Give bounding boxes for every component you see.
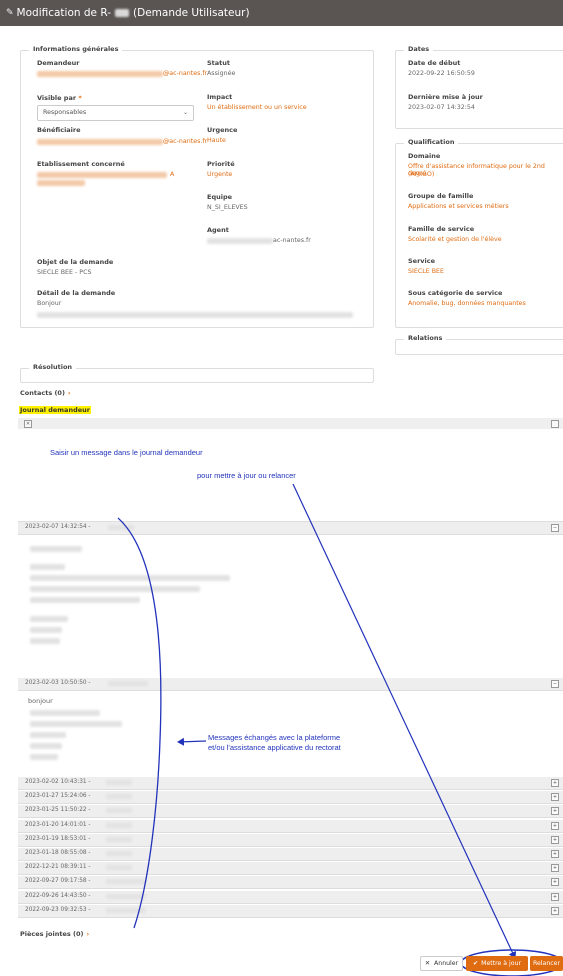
relancer-button[interactable]: Relancer [530, 956, 563, 971]
annotation-arrow-to-button [292, 483, 517, 959]
mettre-a-jour-label: Mettre à jour [481, 960, 522, 967]
relancer-label: Relancer [532, 960, 560, 967]
annuler-label: Annuler [434, 960, 459, 967]
mettre-a-jour-button[interactable]: ✔ Mettre à jour [466, 956, 528, 971]
annuler-button[interactable]: ✕ Annuler [420, 956, 463, 971]
annotation-brace [117, 517, 162, 929]
annotation-arrow-to-messages [177, 737, 207, 746]
annotation-overlay [117, 483, 563, 976]
check-icon: ✔ [472, 960, 479, 967]
close-icon: ✕ [424, 960, 431, 967]
